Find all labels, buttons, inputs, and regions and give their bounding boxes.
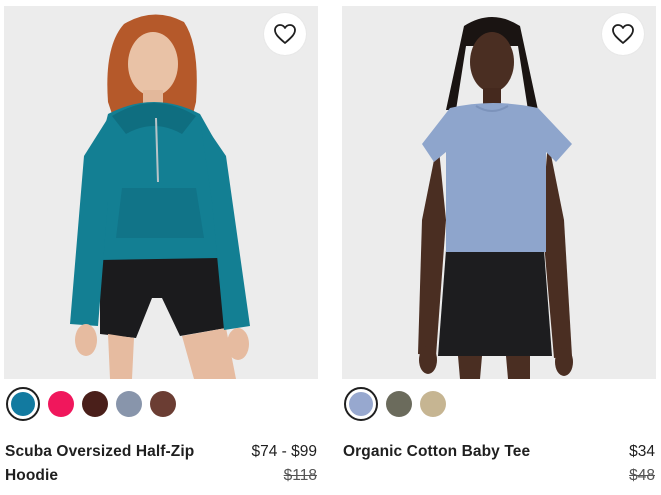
product-card[interactable]: Organic Cotton Baby Tee $34 $48 [342, 0, 656, 495]
color-swatches [4, 384, 176, 424]
color-swatch-pink[interactable] [48, 391, 74, 417]
color-swatch-teal[interactable] [6, 387, 40, 421]
original-price: $118 [283, 467, 317, 484]
heart-outline-icon [612, 24, 634, 44]
product-name[interactable]: Organic Cotton Baby Tee [343, 440, 553, 464]
wishlist-button[interactable] [602, 13, 644, 55]
wishlist-button[interactable] [264, 13, 306, 55]
color-swatch-olive[interactable] [386, 391, 412, 417]
heart-outline-icon [274, 24, 296, 44]
product-price: $34 [629, 443, 655, 460]
product-card[interactable]: Scuba Oversized Half-Zip Hoodie $74 - $9… [4, 0, 318, 495]
color-swatch-khaki[interactable] [420, 391, 446, 417]
color-swatch-brown[interactable] [82, 391, 108, 417]
original-price: $48 [629, 467, 655, 484]
product-image[interactable] [4, 6, 318, 379]
color-swatches [342, 384, 446, 424]
product-name[interactable]: Scuba Oversized Half-Zip Hoodie [5, 440, 215, 488]
color-swatch-light-blue[interactable] [344, 387, 378, 421]
product-price: $74 - $99 [251, 443, 318, 460]
product-image[interactable] [342, 6, 656, 379]
color-swatch-chestnut[interactable] [150, 391, 176, 417]
color-swatch-grey-blue[interactable] [116, 391, 142, 417]
